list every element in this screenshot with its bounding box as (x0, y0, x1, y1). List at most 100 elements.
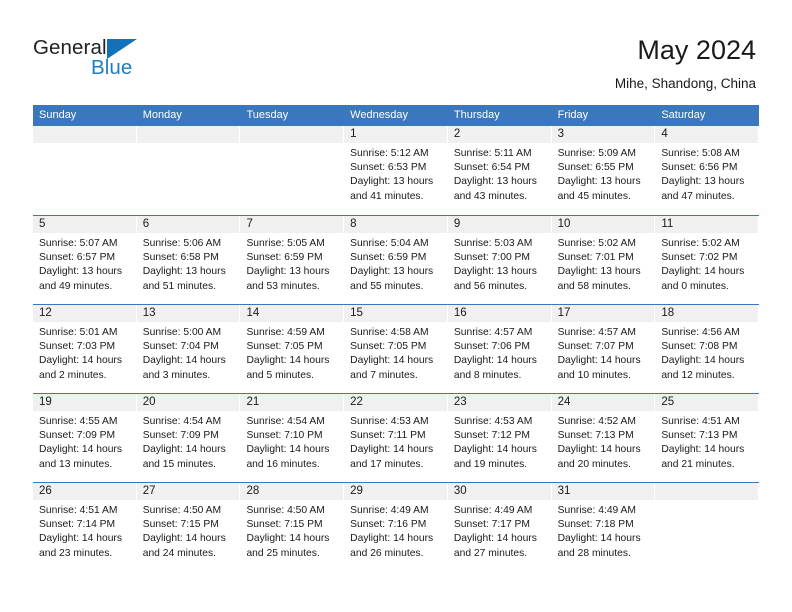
day-cell[interactable]: 25 Sunrise: 4:51 AM Sunset: 7:13 PM Dayligh… (655, 394, 760, 482)
day-details: Sunrise: 5:00 AM Sunset: 7:04 PM Daylight:… (137, 322, 241, 383)
sunrise-time: Sunrise: 4:54 AM (142, 416, 222, 427)
sunrise-time: Sunrise: 4:50 AM (142, 505, 222, 516)
day-number-band: 6 (136, 216, 241, 233)
day-details: Sunrise: 5:03 AM Sunset: 7:00 PM Daylight:… (448, 233, 552, 294)
day-number: 4 (661, 128, 668, 140)
day-details: Sunrise: 5:02 AM Sunset: 7:01 PM Daylight:… (552, 233, 656, 294)
sunset-time: Sunset: 7:04 PM (142, 341, 219, 353)
day-number-band: 25 (655, 394, 760, 411)
day-number-band: 1 (344, 126, 448, 143)
day-details: Sunrise: 4:51 AM Sunset: 7:14 PM Daylight:… (33, 500, 137, 561)
day-details: Sunrise: 5:06 AM Sunset: 6:58 PM Daylight:… (137, 233, 241, 294)
sunrise-time: Sunrise: 5:04 AM (350, 238, 429, 249)
daylight-duration-line1: Daylight: 14 hours (661, 444, 745, 456)
general-blue-logo[interactable]: General Blue (33, 37, 163, 85)
daylight-duration-line2: and 47 minutes. (661, 190, 735, 202)
day-cell[interactable]: 27 Sunrise: 4:50 AM Sunset: 7:15 PM Dayligh… (136, 483, 241, 571)
day-number-band: 26 (33, 483, 137, 500)
day-cell[interactable]: 13 Sunrise: 5:00 AM Sunset: 7:04 PM Dayligh… (136, 305, 241, 393)
day-cell[interactable]: 31 Sunrise: 4:49 AM Sunset: 7:18 PM Dayligh… (551, 483, 656, 571)
day-number-band: 5 (33, 216, 137, 233)
day-cell[interactable]: 22 Sunrise: 4:53 AM Sunset: 7:11 PM Dayligh… (344, 394, 448, 482)
sunrise-time: Sunrise: 5:12 AM (350, 148, 429, 159)
daylight-duration-line1: Daylight: 13 hours (246, 266, 330, 278)
daylight-duration-line2: and 25 minutes. (246, 547, 320, 559)
day-cell[interactable]: 21 Sunrise: 4:54 AM Sunset: 7:10 PM Dayligh… (240, 394, 345, 482)
day-cell[interactable]: 12 Sunrise: 5:01 AM Sunset: 7:03 PM Dayligh… (33, 305, 137, 393)
day-cell[interactable]: 10 Sunrise: 5:02 AM Sunset: 7:01 PM Dayligh… (551, 216, 656, 304)
day-cell[interactable]: 29 Sunrise: 4:49 AM Sunset: 7:16 PM Dayligh… (344, 483, 448, 571)
day-number: 7 (246, 218, 253, 230)
sunset-time: Sunset: 6:59 PM (350, 252, 427, 264)
day-number-band: 24 (551, 394, 656, 411)
daylight-duration-line2: and 26 minutes. (350, 547, 424, 559)
sunrise-time: Sunrise: 5:11 AM (453, 148, 532, 159)
daylight-duration-line1: Daylight: 14 hours (557, 444, 641, 456)
sunrise-time: Sunrise: 5:07 AM (39, 238, 118, 249)
daylight-duration-line1: Daylight: 13 hours (350, 176, 434, 188)
day-cell[interactable]: 5 Sunrise: 5:07 AM Sunset: 6:57 PM Daylight… (33, 216, 137, 304)
sunrise-time: Sunrise: 4:56 AM (661, 327, 740, 338)
daylight-duration-line2: and 3 minutes. (142, 369, 211, 381)
day-cell[interactable]: 20 Sunrise: 4:54 AM Sunset: 7:09 PM Dayligh… (136, 394, 241, 482)
day-number-band: 7 (240, 216, 345, 233)
day-cell[interactable]: 28 Sunrise: 4:50 AM Sunset: 7:15 PM Dayligh… (240, 483, 345, 571)
day-number: 1 (350, 128, 357, 140)
sunrise-time: Sunrise: 4:50 AM (246, 505, 325, 516)
day-number: 20 (142, 396, 156, 408)
day-cell[interactable]: 11 Sunrise: 5:02 AM Sunset: 7:02 PM Dayligh… (655, 216, 760, 304)
day-cell[interactable]: 4 Sunrise: 5:08 AM Sunset: 6:56 PM Daylight… (655, 126, 760, 215)
daylight-duration-line1: Daylight: 14 hours (246, 444, 330, 456)
day-cell[interactable]: 16 Sunrise: 4:57 AM Sunset: 7:06 PM Dayligh… (447, 305, 552, 393)
day-cell[interactable]: 15 Sunrise: 4:58 AM Sunset: 7:05 PM Dayligh… (344, 305, 448, 393)
day-cell[interactable]: 9 Sunrise: 5:03 AM Sunset: 7:00 PM Daylight… (447, 216, 552, 304)
day-number-band: 16 (447, 305, 552, 322)
daylight-duration-line1: Daylight: 14 hours (39, 444, 122, 456)
day-cell[interactable]: 6 Sunrise: 5:06 AM Sunset: 6:58 PM Daylight… (136, 216, 241, 304)
day-cell[interactable]: 2 Sunrise: 5:11 AM Sunset: 6:54 PM Daylight… (447, 126, 552, 215)
day-number: 11 (661, 218, 674, 230)
day-cell[interactable]: 24 Sunrise: 4:52 AM Sunset: 7:13 PM Dayligh… (551, 394, 656, 482)
day-details: Sunrise: 4:54 AM Sunset: 7:09 PM Daylight:… (137, 411, 241, 472)
day-cell[interactable]: 7 Sunrise: 5:05 AM Sunset: 6:59 PM Daylight… (240, 216, 345, 304)
day-cell[interactable]: 14 Sunrise: 4:59 AM Sunset: 7:05 PM Dayligh… (240, 305, 345, 393)
daylight-duration-line2: and 41 minutes. (350, 190, 424, 202)
weekday-header-wednesday: Wednesday (350, 109, 409, 121)
day-cell[interactable]: 26 Sunrise: 4:51 AM Sunset: 7:14 PM Dayligh… (33, 483, 137, 571)
day-cell-empty (33, 126, 137, 215)
daylight-duration-line1: Daylight: 14 hours (557, 355, 641, 367)
day-cell[interactable]: 18 Sunrise: 4:56 AM Sunset: 7:08 PM Dayligh… (655, 305, 760, 393)
day-number: 15 (350, 307, 363, 319)
sunset-time: Sunset: 7:17 PM (453, 519, 531, 531)
day-number-band: 4 (655, 126, 760, 143)
day-cell[interactable]: 17 Sunrise: 4:57 AM Sunset: 7:07 PM Dayligh… (551, 305, 656, 393)
weekday-header-tuesday: Tuesday (246, 109, 289, 121)
weekday-header-monday: Monday (142, 109, 182, 121)
sunrise-time: Sunrise: 5:02 AM (557, 238, 637, 249)
day-cell[interactable]: 8 Sunrise: 5:04 AM Sunset: 6:59 PM Daylight… (344, 216, 448, 304)
daylight-duration-line2: and 0 minutes. (661, 280, 729, 292)
location-subtitle: Mihe, Shandong, China (614, 76, 756, 91)
day-cell[interactable]: 3 Sunrise: 5:09 AM Sunset: 6:55 PM Daylight… (551, 126, 656, 215)
day-cell[interactable]: 30 Sunrise: 4:49 AM Sunset: 7:17 PM Dayligh… (447, 483, 552, 571)
day-number-band: 8 (344, 216, 448, 233)
daylight-duration-line1: Daylight: 14 hours (661, 266, 745, 278)
daylight-duration-line1: Daylight: 14 hours (39, 355, 122, 367)
sunset-time: Sunset: 7:11 PM (350, 430, 426, 442)
daylight-duration-line1: Daylight: 13 hours (142, 266, 226, 278)
weekday-header-saturday: Saturday (661, 109, 706, 121)
day-details: Sunrise: 4:52 AM Sunset: 7:13 PM Daylight:… (552, 411, 656, 472)
day-cell[interactable]: 19 Sunrise: 4:55 AM Sunset: 7:09 PM Dayligh… (33, 394, 137, 482)
sunrise-time: Sunrise: 5:06 AM (142, 238, 222, 249)
day-details: Sunrise: 5:01 AM Sunset: 7:03 PM Daylight:… (33, 322, 137, 383)
day-number-band: 30 (447, 483, 552, 500)
daylight-duration-line1: Daylight: 13 hours (350, 266, 434, 278)
day-cell[interactable]: 23 Sunrise: 4:53 AM Sunset: 7:12 PM Dayligh… (447, 394, 552, 482)
daylight-duration-line2: and 21 minutes. (661, 458, 735, 470)
daylight-duration-line1: Daylight: 14 hours (39, 533, 122, 545)
day-cell-empty (655, 483, 760, 571)
daylight-duration-line2: and 19 minutes. (453, 458, 528, 470)
sunrise-time: Sunrise: 4:55 AM (39, 416, 118, 427)
sunrise-time: Sunrise: 4:59 AM (246, 327, 325, 338)
day-cell[interactable]: 1 Sunrise: 5:12 AM Sunset: 6:53 PM Daylight… (344, 126, 448, 215)
